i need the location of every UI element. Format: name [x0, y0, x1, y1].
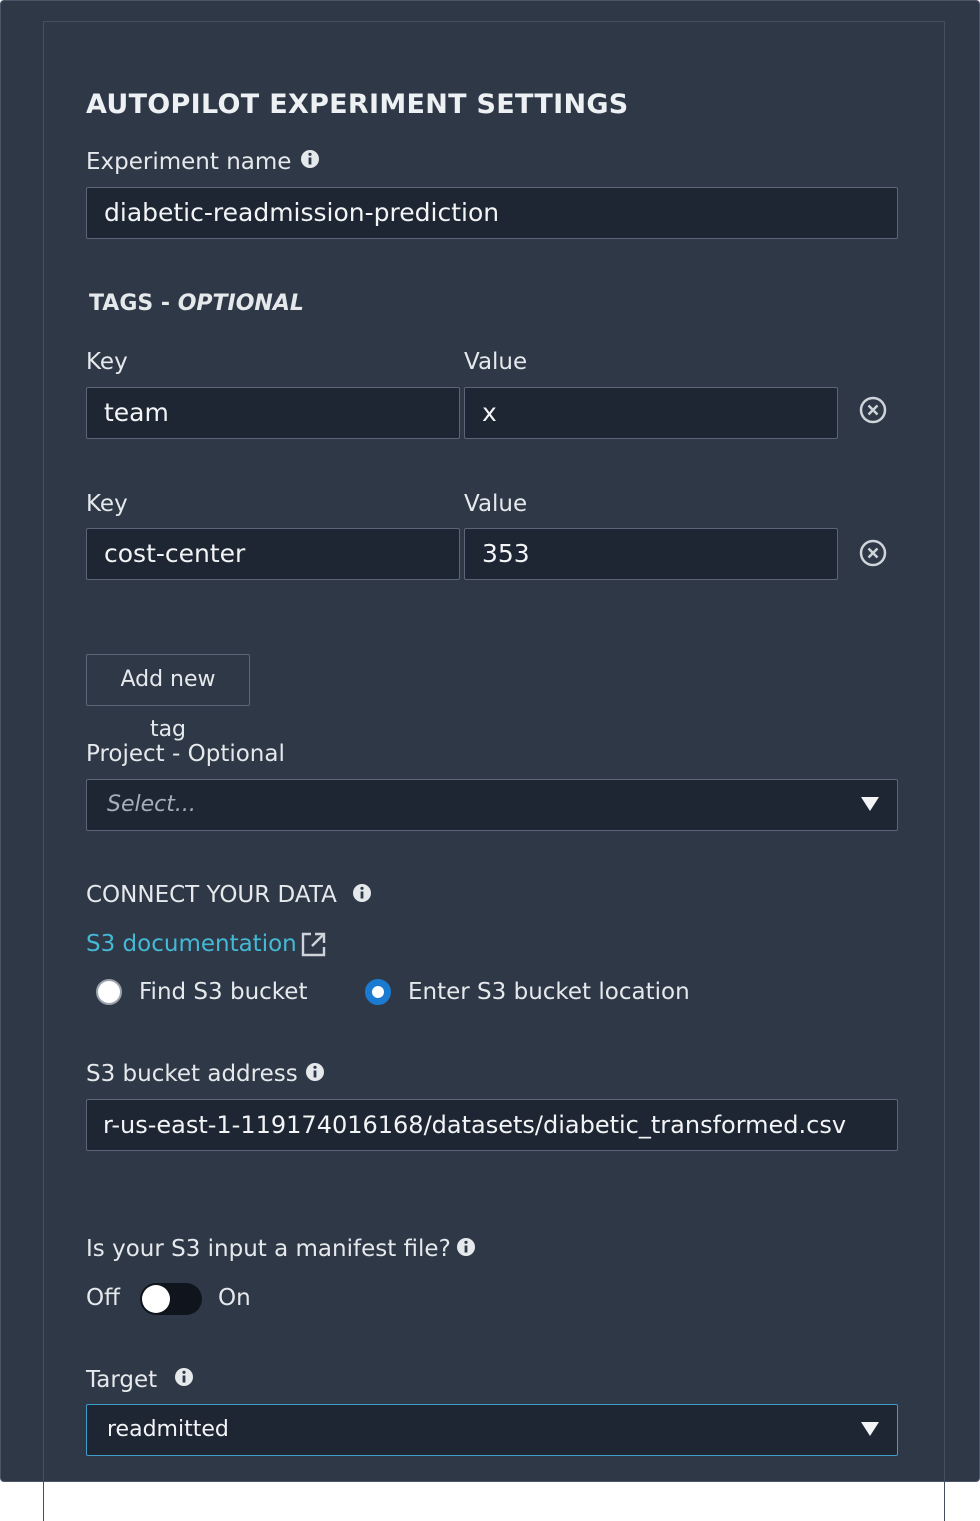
info-icon[interactable] — [305, 1062, 325, 1082]
project-label: Project - Optional — [86, 741, 285, 767]
experiment-name-label: Experiment name — [86, 149, 292, 175]
target-select-value: readmitted — [107, 1417, 229, 1442]
target-select[interactable]: readmitted — [86, 1404, 898, 1456]
external-link-icon[interactable] — [300, 931, 327, 958]
manifest-on-label: On — [218, 1285, 251, 1311]
manifest-off-label: Off — [86, 1285, 120, 1311]
info-icon[interactable] — [352, 883, 372, 903]
remove-tag-icon[interactable] — [858, 538, 888, 568]
tag-value-input[interactable]: x — [464, 387, 838, 439]
toggle-knob — [142, 1285, 170, 1313]
find-s3-bucket-label[interactable]: Find S3 bucket — [139, 979, 307, 1005]
tag-key-input[interactable]: cost-center — [86, 528, 460, 580]
tag-key-label: Key — [86, 491, 128, 517]
tags-title: TAGS - OPTIONAL — [89, 291, 304, 316]
remove-tag-icon[interactable] — [858, 395, 888, 425]
add-new-tag-button[interactable]: Add new tag — [86, 654, 250, 742]
tag-value-input[interactable]: 353 — [464, 528, 838, 580]
enter-s3-location-label[interactable]: Enter S3 bucket location — [408, 979, 690, 1005]
chevron-down-icon — [861, 1422, 879, 1436]
project-select[interactable]: Select... — [86, 779, 898, 831]
tag-value-label: Value — [464, 491, 528, 517]
tags-title-prefix: TAGS - — [89, 291, 178, 316]
tag-key-input[interactable]: team — [86, 387, 460, 439]
manifest-toggle[interactable] — [140, 1283, 202, 1315]
enter-s3-location-radio[interactable] — [365, 979, 391, 1005]
settings-window: AUTOPILOT EXPERIMENT SETTINGS Experiment… — [0, 0, 980, 1521]
experiment-name-input[interactable]: diabetic-readmission-prediction — [86, 187, 898, 239]
s3-bucket-address-label: S3 bucket address — [86, 1061, 298, 1087]
tag-value-label: Value — [464, 349, 528, 375]
s3-bucket-address-input[interactable]: r-us-east-1-119174016168/datasets/diabet… — [86, 1099, 898, 1151]
connect-data-title: CONNECT YOUR DATA — [86, 882, 337, 908]
info-icon[interactable] — [300, 149, 320, 169]
tag-key-label: Key — [86, 349, 128, 375]
chevron-down-icon — [861, 797, 879, 811]
find-s3-bucket-radio[interactable] — [96, 979, 122, 1005]
target-label: Target — [86, 1367, 158, 1393]
tags-title-optional: OPTIONAL — [177, 291, 304, 316]
info-icon[interactable] — [174, 1367, 194, 1387]
manifest-question-label: Is your S3 input a manifest file? — [86, 1236, 451, 1262]
info-icon[interactable] — [456, 1237, 476, 1257]
section-title: AUTOPILOT EXPERIMENT SETTINGS — [86, 89, 629, 120]
s3-documentation-link[interactable]: S3 documentation — [86, 931, 297, 957]
project-select-placeholder: Select... — [107, 792, 196, 817]
